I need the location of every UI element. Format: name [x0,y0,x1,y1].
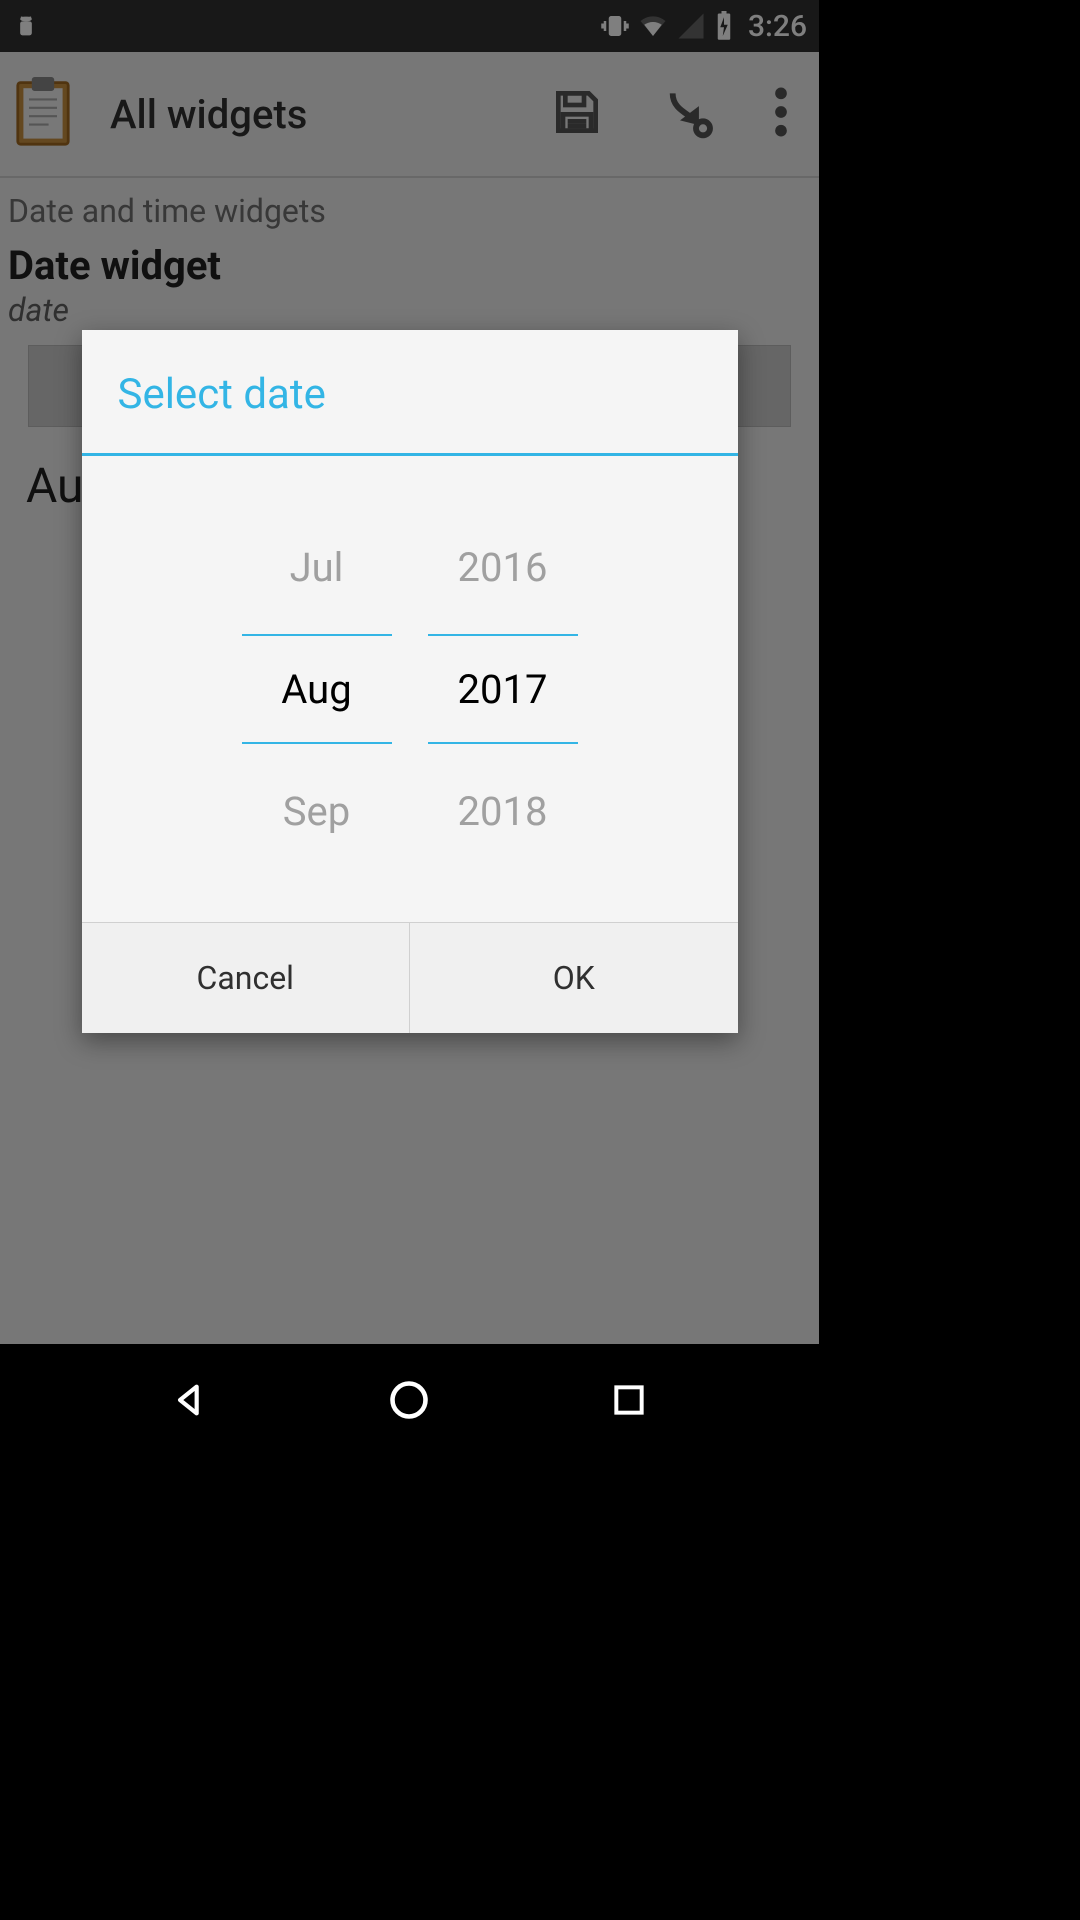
month-prev[interactable]: Jul [242,528,392,606]
cancel-button[interactable]: Cancel [82,923,411,1033]
date-picker-dialog: Select date Jul Aug Sep 2016 2017 2018 C… [82,330,738,1033]
dialog-title: Select date [82,330,738,456]
year-selected[interactable]: 2017 [428,634,578,744]
picker-area: Jul Aug Sep 2016 2017 2018 [82,456,738,922]
recent-button[interactable] [601,1372,657,1428]
back-button[interactable] [162,1372,218,1428]
home-button[interactable] [381,1372,437,1428]
ok-button[interactable]: OK [410,923,738,1033]
modal-overlay: Select date Jul Aug Sep 2016 2017 2018 C… [0,0,819,1344]
year-next[interactable]: 2018 [428,772,578,850]
nav-bar [0,1344,819,1456]
year-prev[interactable]: 2016 [428,528,578,606]
month-next[interactable]: Sep [242,772,392,850]
year-picker[interactable]: 2016 2017 2018 [428,528,578,850]
month-picker[interactable]: Jul Aug Sep [242,528,392,850]
dialog-buttons: Cancel OK [82,922,738,1033]
month-selected[interactable]: Aug [242,634,392,744]
